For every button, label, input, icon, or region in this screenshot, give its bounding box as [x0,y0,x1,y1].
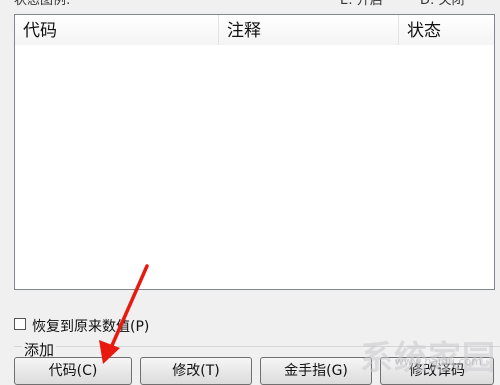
list-body[interactable] [15,45,494,289]
gold-finger-button[interactable]: 金手指(G) [260,357,372,385]
column-header-status[interactable]: 状态 [399,15,494,45]
modify-button[interactable]: 修改(T) [140,357,252,385]
add-code-button[interactable]: 代码(C) [14,357,132,385]
cheat-code-list[interactable]: 代码 注释 状态 [14,14,495,290]
restore-original-values-checkbox[interactable] [14,318,26,330]
legend-off: D: 关闭 [420,0,465,8]
column-header-code[interactable]: 代码 [15,15,219,45]
watermark-url: www.baidu.com [394,355,482,368]
column-header-comment[interactable]: 注释 [219,15,399,45]
legend-on: E: 开启 [340,0,383,8]
list-header: 代码 注释 状态 [15,15,494,46]
restore-original-values-label[interactable]: 恢复到原来数值(P) [32,316,149,336]
legend-title: 状态图例: [14,0,71,8]
legend-row: 状态图例: E: 开启 D: 关闭 [0,0,500,9]
